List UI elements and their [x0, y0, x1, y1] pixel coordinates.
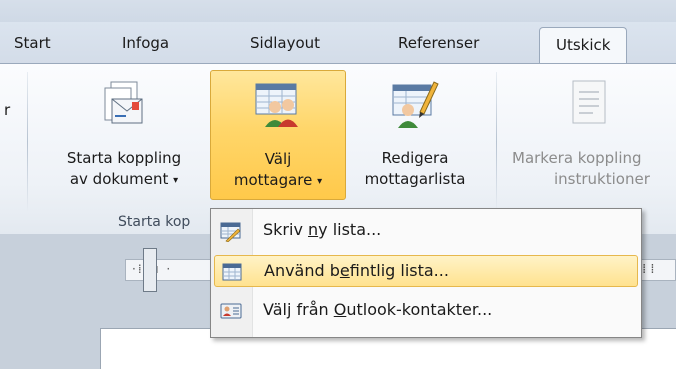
- menu-text: Välj från: [263, 300, 334, 319]
- ribbon-tabs: Start Infoga Sidlayout Referenser Utskic…: [0, 22, 676, 65]
- highlight-merge-fields-label: Markera koppling instruktioner: [508, 148, 676, 190]
- title-bar: [0, 0, 676, 22]
- menu-item-type-new-list-label: Skriv ny lista...: [263, 220, 381, 239]
- edit-recipient-list-line2: mottagarlista: [364, 170, 466, 188]
- group-separator: [27, 72, 28, 212]
- start-mail-merge-line1: Starta koppling: [66, 149, 182, 167]
- select-recipients-menu: Skriv ny lista... Använd befintlig lista…: [210, 208, 642, 338]
- start-mail-merge-line2: av dokument: [69, 170, 169, 188]
- menu-item-outlook-contacts[interactable]: Välj från Outlook-kontakter...: [214, 295, 638, 327]
- highlight-merge-fields-line2: instruktioner: [554, 170, 650, 188]
- select-recipients-button[interactable]: Välj mottagare ▾: [210, 70, 346, 200]
- select-recipients-icon: [255, 83, 298, 127]
- access-key: n: [308, 220, 319, 239]
- start-merge-icon: [104, 81, 143, 124]
- existing-list-icon: [222, 263, 242, 281]
- cutoff-ribbon-label: r: [4, 101, 11, 119]
- edit-recipient-list-line1: Redigera: [381, 149, 449, 167]
- select-recipients-label: Välj mottagare ▾: [211, 149, 345, 192]
- tab-start[interactable]: Start: [14, 34, 51, 52]
- dropdown-arrow-icon: ▾: [173, 175, 179, 186]
- type-new-list-icon: [220, 222, 241, 242]
- select-recipients-line1: Välj: [264, 150, 292, 168]
- start-mail-merge-label: Starta koppling av dokument ▾: [38, 148, 210, 191]
- outlook-contacts-icon: [220, 303, 242, 319]
- menu-item-outlook-contacts-label: Välj från Outlook-kontakter...: [263, 300, 492, 319]
- edit-recipient-list-button[interactable]: Redigera mottagarlista: [346, 70, 484, 200]
- dropdown-arrow-icon: ▾: [317, 176, 323, 187]
- menu-text: fintlig lista...: [349, 261, 449, 280]
- highlight-merge-fields-line1: Markera koppling: [512, 149, 642, 167]
- access-key: e: [339, 261, 350, 280]
- tab-infoga[interactable]: Infoga: [122, 34, 169, 52]
- tab-utskick[interactable]: Utskick: [539, 27, 628, 65]
- menu-text: y lista...: [318, 220, 382, 239]
- menu-item-type-new-list[interactable]: Skriv ny lista...: [214, 215, 638, 247]
- tab-referenser[interactable]: Referenser: [398, 34, 479, 52]
- start-mail-merge-button[interactable]: Starta koppling av dokument ▾: [38, 70, 210, 200]
- group-label-start-merge: Starta kop: [118, 214, 191, 230]
- highlight-merge-fields-icon: [572, 80, 606, 124]
- menu-text: Skriv: [263, 220, 308, 239]
- menu-text: utlook-kontakter...: [346, 300, 493, 319]
- menu-text: Använd b: [264, 261, 340, 280]
- menu-item-use-existing-list[interactable]: Använd befintlig lista...: [214, 255, 638, 287]
- access-key: O: [333, 300, 347, 319]
- edit-recipient-list-label: Redigera mottagarlista: [346, 148, 484, 190]
- select-recipients-line2: mottagare: [233, 171, 313, 189]
- highlight-merge-fields-button[interactable]: Markera koppling instruktioner: [508, 70, 676, 200]
- menu-item-use-existing-list-label: Använd befintlig lista...: [264, 261, 449, 280]
- edit-recipient-list-icon: [392, 81, 439, 128]
- group-separator: [496, 72, 497, 212]
- indent-marker-icon[interactable]: [143, 248, 157, 292]
- tab-sidlayout[interactable]: Sidlayout: [250, 34, 320, 52]
